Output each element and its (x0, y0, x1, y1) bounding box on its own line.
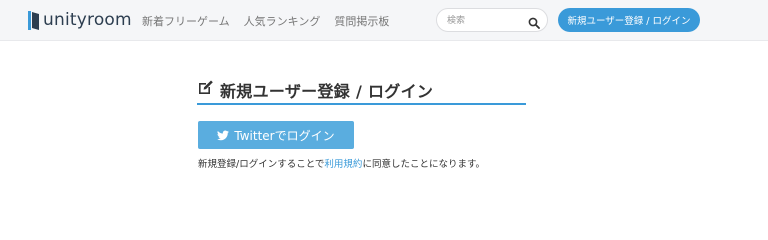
site-logo[interactable]: unityroom (28, 10, 132, 30)
edit-icon (197, 79, 214, 96)
page-title: 新規ユーザー登録 / ログイン (220, 82, 434, 101)
twitter-login-button[interactable]: Twitterでログイン (198, 121, 354, 149)
terms-notice: 新規登録/ログインすることで利用規約に同意したことになります。 (198, 156, 485, 170)
main-nav: 新着フリーゲーム 人気ランキング 質問掲示板 (142, 13, 389, 29)
search-box (436, 8, 548, 32)
signup-login-button[interactable]: 新規ユーザー登録 / ログイン (558, 8, 700, 32)
search-icon[interactable] (528, 14, 540, 29)
twitter-bird-icon (217, 129, 230, 141)
terms-link[interactable]: 利用規約 (324, 159, 362, 170)
nav-ranking[interactable]: 人気ランキング (244, 13, 321, 29)
nav-question-board[interactable]: 質問掲示板 (334, 13, 389, 29)
twitter-login-label: Twitterでログイン (234, 128, 335, 143)
site-header: unityroom 新着フリーゲーム 人気ランキング 質問掲示板 新規ユーザー登… (0, 0, 768, 41)
page-title-section: 新規ユーザー登録 / ログイン (197, 78, 526, 105)
terms-notice-after: に同意したことになります。 (362, 159, 485, 170)
nav-new-free-games[interactable]: 新着フリーゲーム (142, 13, 230, 29)
search-input[interactable] (447, 13, 525, 28)
logo-text: unityroom (43, 10, 132, 30)
unityroom-logo-icon (28, 10, 39, 30)
terms-notice-before: 新規登録/ログインすることで (198, 159, 325, 170)
